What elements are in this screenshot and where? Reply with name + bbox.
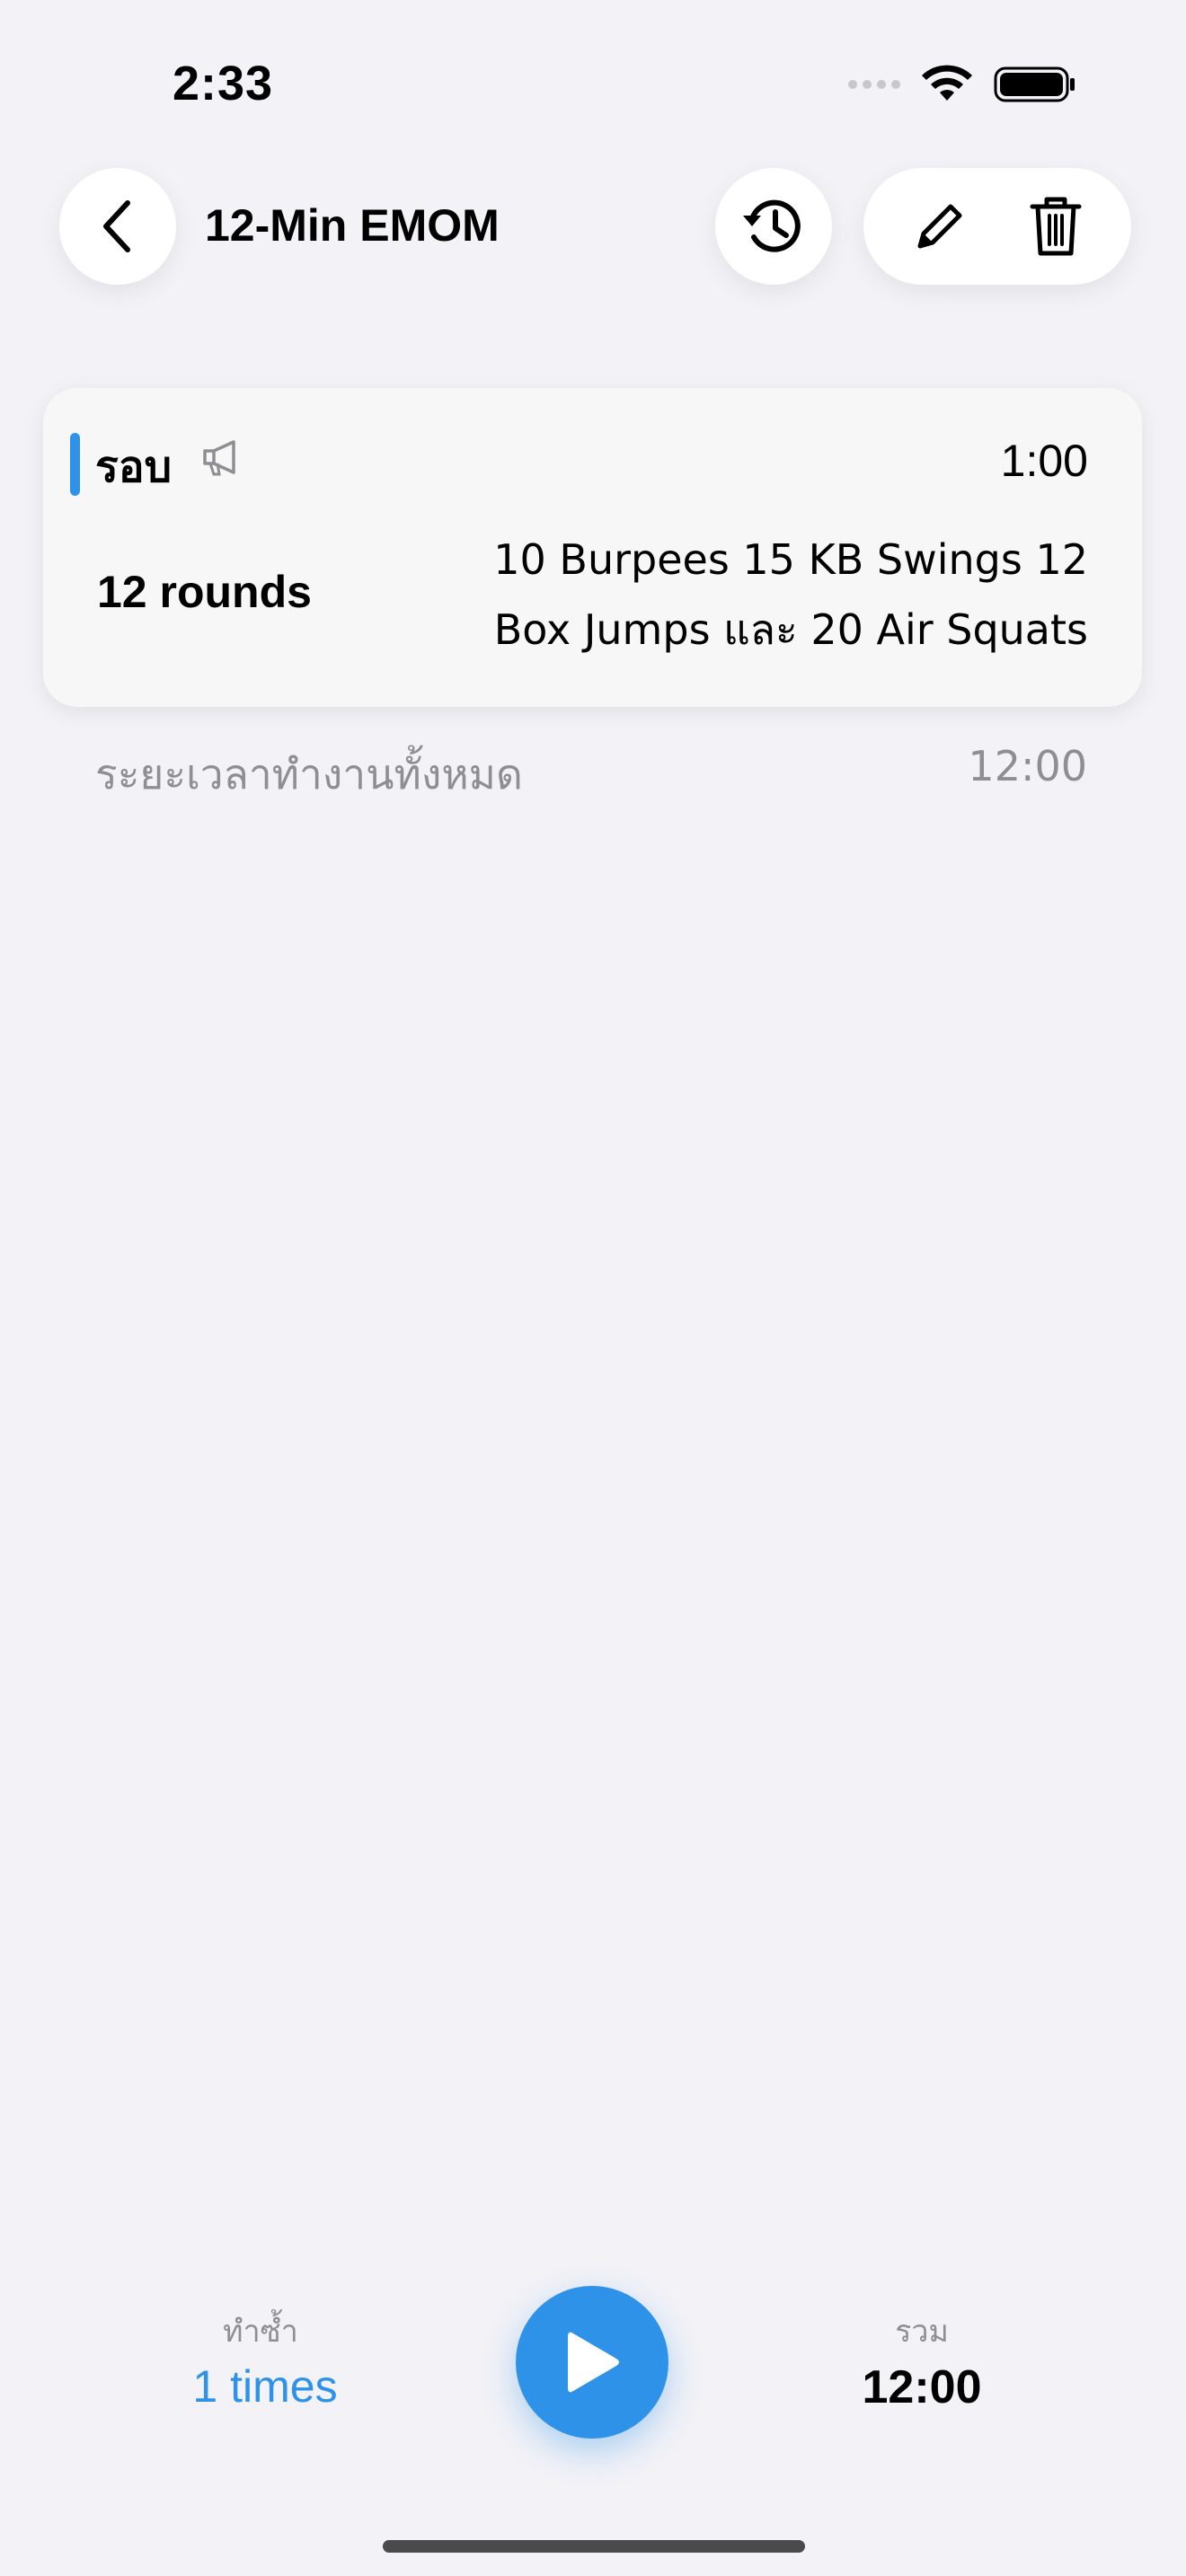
trash-icon xyxy=(1030,197,1081,256)
total-work-time-label: ระยะเวลาทำงานทั้งหมด xyxy=(95,750,523,798)
wifi-icon xyxy=(922,65,972,101)
signal-dots-icon xyxy=(848,80,900,89)
back-button[interactable] xyxy=(59,168,176,285)
chevron-left-icon xyxy=(103,200,130,252)
accent-bar xyxy=(70,433,80,496)
edit-delete-group xyxy=(863,168,1131,285)
total-work-time-row: ระยะเวลาทำงานทั้งหมด 12:00 xyxy=(95,742,1087,807)
interval-time: 1:00 xyxy=(1000,436,1088,486)
play-button[interactable] xyxy=(516,2286,668,2439)
sum-value: 12:00 xyxy=(862,2361,982,2413)
pencil-icon xyxy=(917,204,961,249)
status-time: 2:33 xyxy=(173,57,274,110)
interval-card[interactable]: รอบ 1:00 12 rounds 10 Burpees 15 KB Swin… xyxy=(43,388,1142,707)
status-icons xyxy=(848,65,1076,104)
megaphone-icon[interactable] xyxy=(201,438,243,476)
history-button[interactable] xyxy=(715,168,832,285)
history-clock-icon xyxy=(743,199,801,252)
workout-detail-screen: 2:33 12-Min EMOM รอบ 1:00 12 rounds 10 B… xyxy=(0,0,1186,2576)
play-icon xyxy=(568,2332,619,2393)
edit-button[interactable] xyxy=(890,177,989,276)
block-label: รอบ xyxy=(95,442,173,492)
exercise-description: 10 Burpees 15 KB Swings 12 Box Jumps และ… xyxy=(493,535,1088,654)
battery-icon xyxy=(994,66,1075,102)
repeat-count-button[interactable]: 1 times xyxy=(135,2360,395,2413)
page-title: 12-Min EMOM xyxy=(205,200,500,251)
sum-label: รวม xyxy=(895,2314,949,2350)
home-indicator[interactable] xyxy=(383,2540,805,2553)
rounds-count: 12 rounds xyxy=(97,567,312,617)
delete-button[interactable] xyxy=(1006,177,1105,276)
total-work-time-value: 12:00 xyxy=(968,742,1087,790)
repeat-label: ทำซ้ำ xyxy=(223,2314,298,2350)
